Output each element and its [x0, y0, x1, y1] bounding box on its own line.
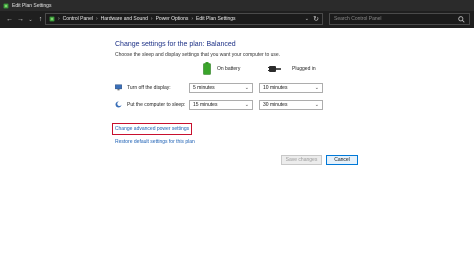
sleep-battery-value: 15 minutes	[193, 102, 218, 108]
chevron-down-icon: ⌄	[314, 102, 319, 108]
display-plugged-value: 10 minutes	[263, 85, 288, 91]
breadcrumb-control-panel[interactable]: Control Panel	[63, 16, 93, 22]
plugged-in-label: Plugged in	[292, 66, 316, 72]
breadcrumb-edit-plan-settings[interactable]: Edit Plan Settings	[196, 16, 235, 22]
page-subheading: Choose the sleep and display settings th…	[115, 52, 281, 58]
back-arrow-icon[interactable]: ←	[5, 14, 14, 25]
display-battery-select[interactable]: 5 minutes ⌄	[189, 83, 253, 93]
navigation-bar: ← → ⌄ ↑ › Control Panel › Hardware and S…	[0, 11, 474, 28]
search-icon[interactable]	[458, 15, 465, 23]
plugged-in-column-header: Plugged in	[268, 65, 316, 73]
chevron-down-icon: ⌄	[314, 85, 319, 91]
put-computer-to-sleep-text: Put the computer to sleep:	[127, 101, 186, 108]
breadcrumb-separator-icon: ›	[58, 16, 60, 22]
recent-locations-chevron-icon[interactable]: ⌄	[26, 14, 35, 25]
main-content: Change settings for the plan: Balanced C…	[0, 28, 474, 267]
put-computer-to-sleep-label: Put the computer to sleep:	[115, 101, 185, 108]
search-input[interactable]: Search Control Panel	[334, 16, 458, 22]
on-battery-label: On battery	[217, 65, 241, 72]
control-panel-icon	[3, 3, 9, 8]
advanced-settings-highlight: Change advanced power settings	[112, 123, 192, 135]
turn-off-display-label: Turn off the display:	[115, 84, 171, 91]
display-battery-value: 5 minutes	[193, 85, 215, 91]
breadcrumb-separator-icon: ›	[95, 16, 98, 22]
display-plugged-select[interactable]: 10 minutes ⌄	[259, 83, 323, 93]
address-dropdown-icon[interactable]: ⌄	[305, 16, 309, 22]
sleep-plugged-select[interactable]: 30 minutes ⌄	[259, 100, 323, 110]
breadcrumb-separator-icon: ›	[191, 16, 194, 22]
address-bar[interactable]: › Control Panel › Hardware and Sound › P…	[45, 13, 323, 25]
chevron-down-icon: ⌄	[244, 85, 249, 91]
forward-arrow-icon[interactable]: →	[16, 14, 25, 25]
save-changes-button[interactable]: Save changes	[281, 155, 322, 165]
restore-default-settings-link[interactable]: Restore default settings for this plan	[115, 139, 195, 145]
window-title: Edit Plan Settings	[12, 2, 52, 9]
cancel-button[interactable]: Cancel	[326, 155, 358, 165]
display-icon	[115, 84, 122, 91]
search-box[interactable]: Search Control Panel	[329, 13, 470, 25]
breadcrumb-separator-icon: ›	[150, 16, 153, 22]
sleep-plugged-value: 30 minutes	[263, 102, 288, 108]
plug-icon	[268, 66, 281, 72]
on-battery-column-header: On battery	[203, 62, 240, 75]
breadcrumb-power-options[interactable]: Power Options	[156, 16, 189, 22]
chevron-down-icon: ⌄	[244, 102, 249, 108]
breadcrumb-hardware-and-sound[interactable]: Hardware and Sound	[101, 16, 148, 22]
sleep-moon-icon	[115, 101, 122, 108]
page-heading: Change settings for the plan: Balanced	[115, 41, 236, 48]
turn-off-display-text: Turn off the display:	[127, 84, 171, 91]
refresh-icon[interactable]: ↻	[313, 15, 319, 23]
up-arrow-icon[interactable]: ↑	[36, 14, 45, 25]
sleep-battery-select[interactable]: 15 minutes ⌄	[189, 100, 253, 110]
change-advanced-power-settings-link[interactable]: Change advanced power settings	[115, 126, 189, 132]
battery-icon	[203, 62, 211, 75]
title-bar: Edit Plan Settings	[0, 0, 474, 11]
control-panel-icon	[49, 16, 55, 22]
